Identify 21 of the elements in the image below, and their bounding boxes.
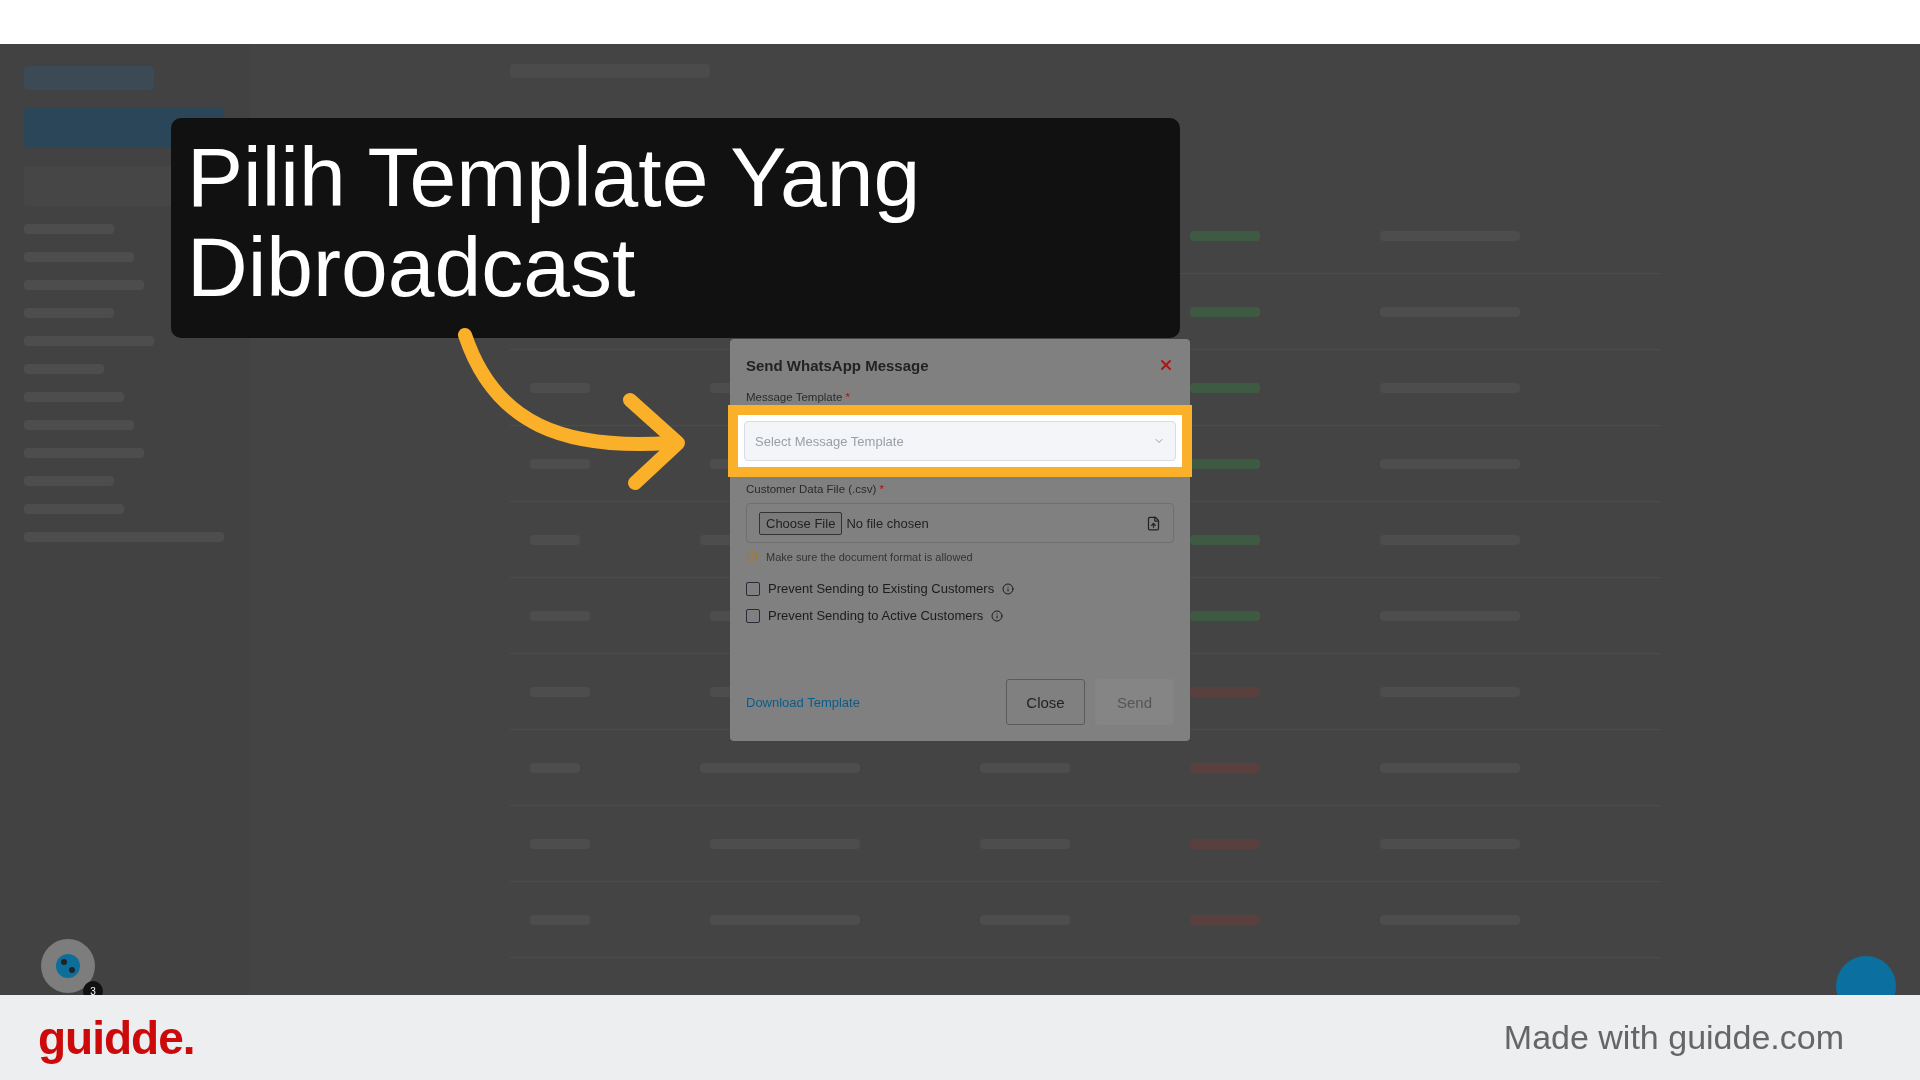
info-icon	[1002, 582, 1015, 595]
guidde-logo: guidde.	[38, 1010, 195, 1065]
dialog-title: Send WhatsApp Message	[746, 356, 929, 374]
checkbox[interactable]	[746, 581, 760, 596]
field-label: Customer Data File (.csv) *	[746, 483, 886, 495]
warning-icon	[746, 551, 758, 563]
file-name-text: No file chosen	[846, 515, 930, 531]
option-label: Prevent Sending to Active Customers	[768, 608, 984, 623]
field-label: Message Template *	[746, 391, 851, 403]
credit-text: Made with guidde.com	[1503, 1018, 1844, 1057]
help-widget-icon[interactable]	[41, 939, 95, 993]
checkbox[interactable]	[746, 608, 760, 623]
callout-title: Pilih Template Yang Dibroadcast	[187, 132, 922, 312]
option-label: Prevent Sending to Existing Customers	[768, 581, 995, 596]
file-input[interactable]: Choose File No file chosen	[746, 503, 1174, 543]
dialog-button[interactable]: Close	[1006, 679, 1085, 725]
file-upload-icon	[1146, 515, 1161, 531]
choose-file-button[interactable]: Choose File	[759, 511, 843, 535]
template-select[interactable]: Select Message Template	[744, 421, 1176, 461]
hint-text: Make sure the document format is allowed	[766, 551, 973, 563]
info-icon	[991, 609, 1004, 622]
